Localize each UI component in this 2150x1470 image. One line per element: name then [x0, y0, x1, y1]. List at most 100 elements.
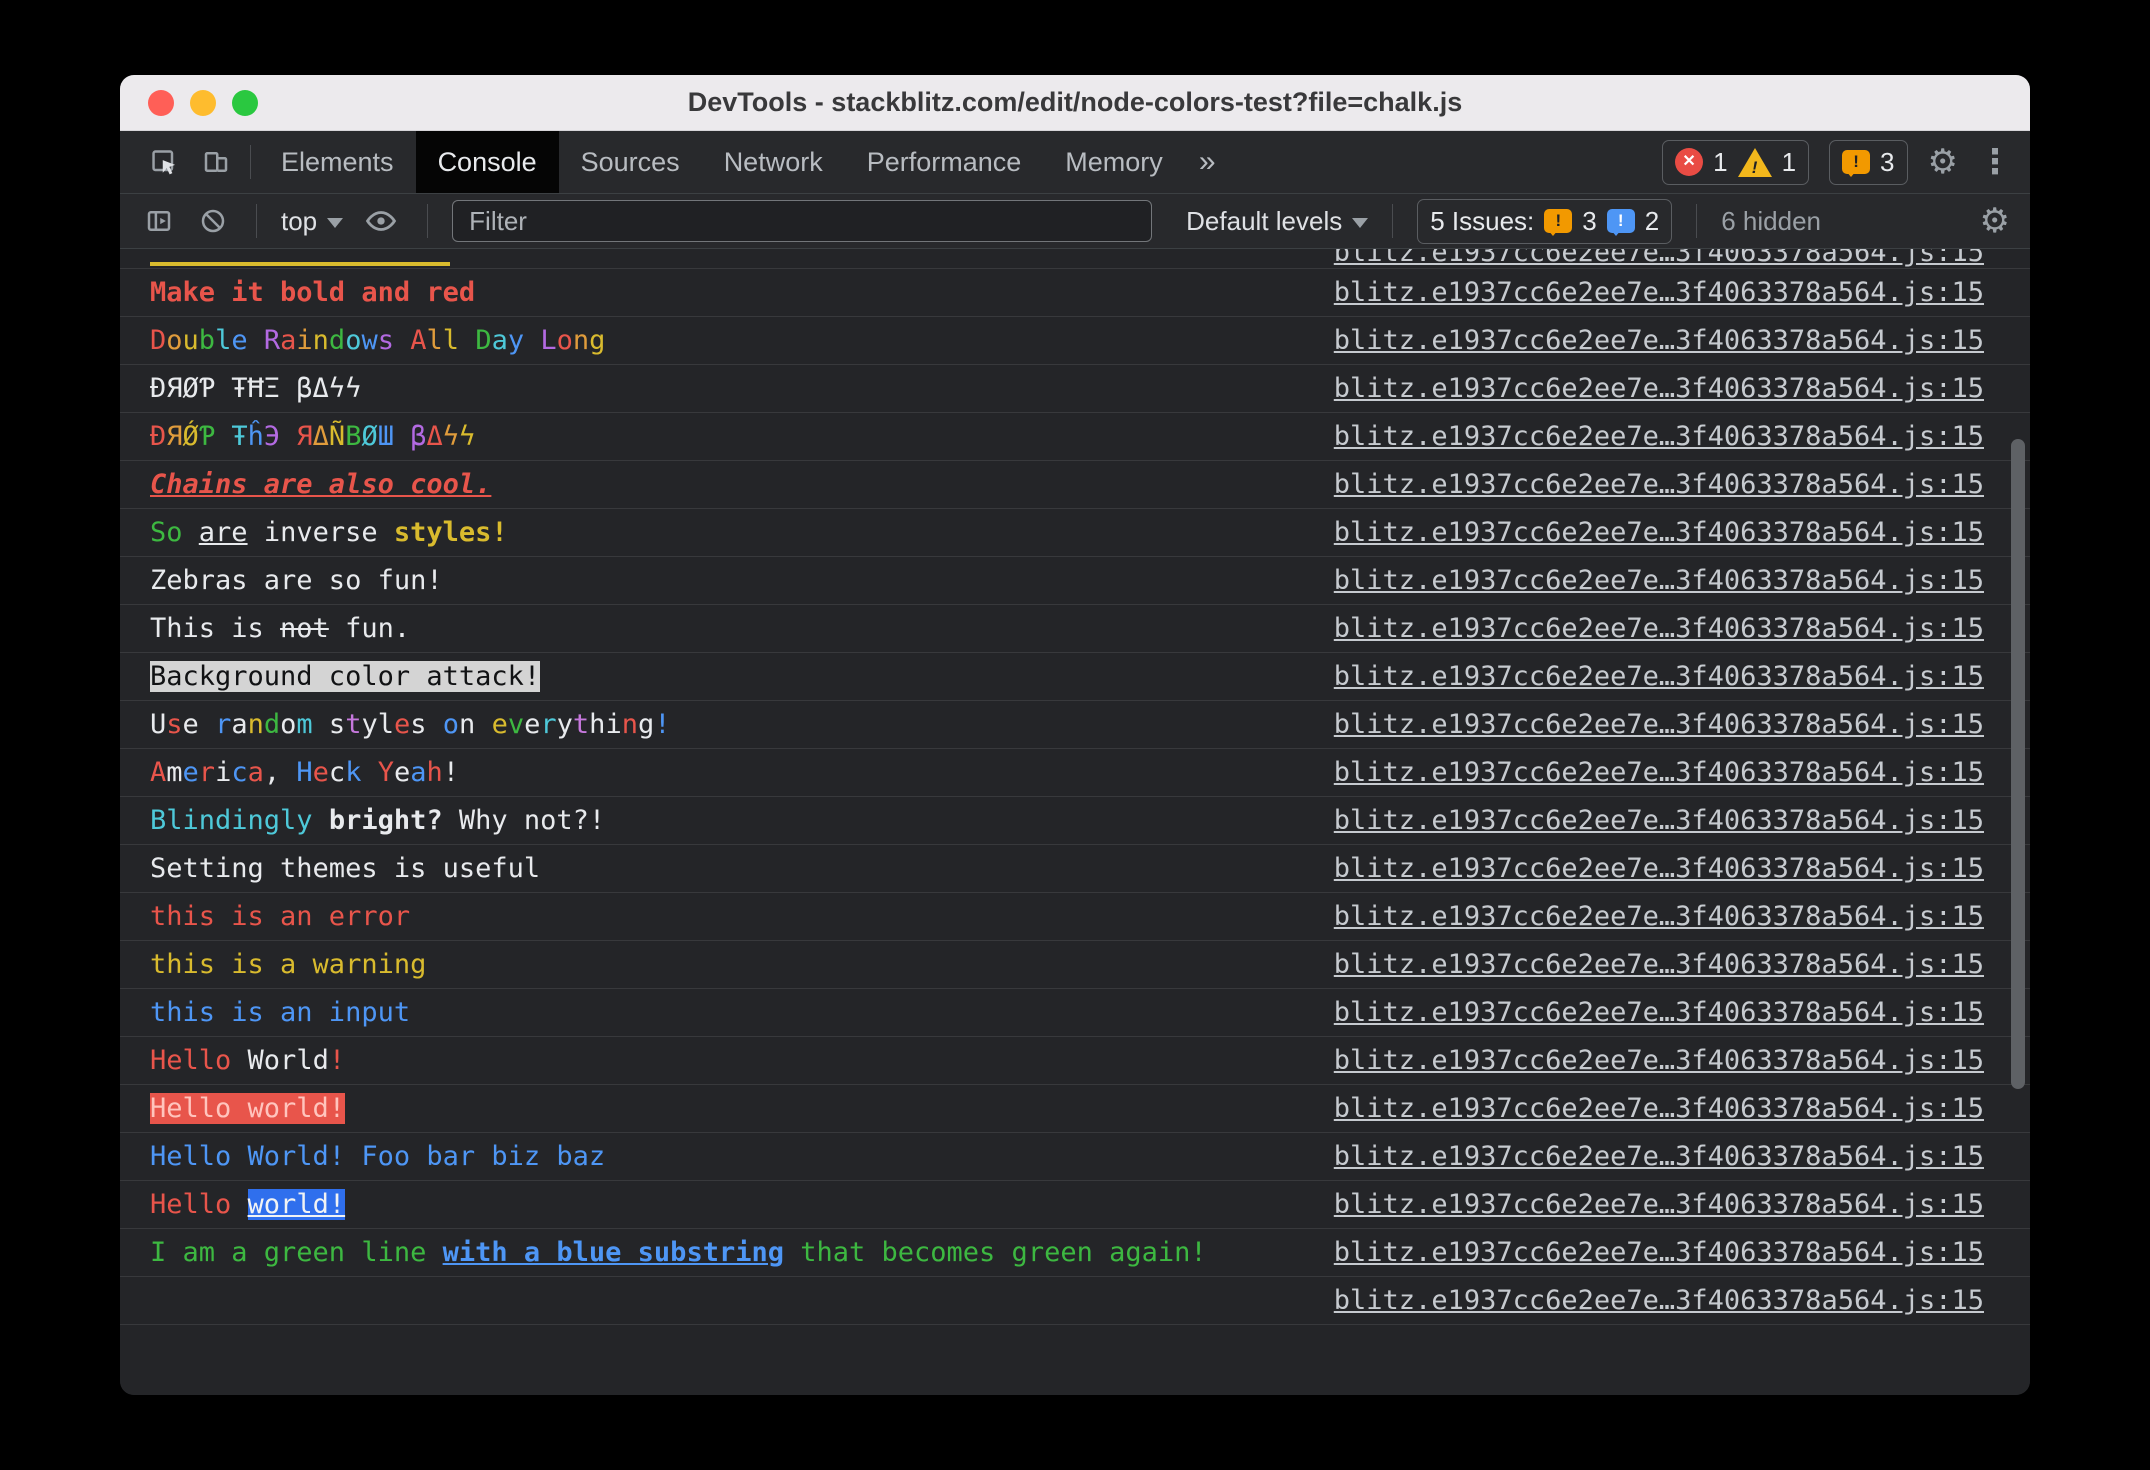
- console-row: I am a green line with a blue substring …: [120, 1229, 2030, 1277]
- console-row: Setting themes is useful blitz.e1937cc6e2…: [120, 845, 2030, 893]
- source-link[interactable]: blitz.e1937cc6e2ee7e…3f4063378a564.js:15: [1334, 277, 1984, 308]
- divider: [250, 145, 251, 179]
- source-link[interactable]: blitz.e1937cc6e2ee7e…3f4063378a564.js:15: [1334, 1189, 1984, 1220]
- console-row: Hello World! Foo bar biz baz blitz.e1937c…: [120, 1133, 2030, 1181]
- console-message: This is not fun.: [150, 613, 411, 644]
- console-message: Chains are also cool.: [150, 469, 492, 500]
- issues-summary-chip[interactable]: 5 Issues: ! 3 ! 2: [1417, 198, 1673, 244]
- more-tabs-chevron-icon[interactable]: »: [1185, 145, 1230, 179]
- context-selector-value: top: [281, 205, 318, 236]
- settings-gear-icon[interactable]: ⚙: [1928, 142, 1958, 182]
- tabbar-right-cluster: ✕ 1 ! 1 ! 3 ⚙ ⋮: [1662, 139, 2012, 185]
- tab-network[interactable]: Network: [702, 131, 845, 193]
- console-message: America, Heck Yeah!: [150, 757, 460, 788]
- minimize-button[interactable]: [190, 89, 216, 116]
- source-link[interactable]: blitz.e1937cc6e2ee7e…3f4063378a564.js:15: [1334, 1237, 1984, 1268]
- window-title: DevTools - stackblitz.com/edit/node-colo…: [687, 87, 1463, 117]
- source-link[interactable]: blitz.e1937cc6e2ee7e…3f4063378a564.js:15: [1334, 805, 1984, 836]
- close-button[interactable]: [148, 89, 174, 116]
- source-link[interactable]: blitz.e1937cc6e2ee7e…3f4063378a564.js:15: [1334, 517, 1984, 548]
- titlebar: DevTools - stackblitz.com/edit/node-colo…: [120, 75, 2030, 131]
- console-message: ÐЯØƤ ŦĦΞ βΔϟϟ: [150, 373, 362, 404]
- breaking-issues-count: 3: [1582, 205, 1597, 236]
- tab-sources[interactable]: Sources: [559, 131, 702, 193]
- source-link[interactable]: blitz.e1937cc6e2ee7e…3f4063378a564.js:15: [1334, 1285, 1984, 1316]
- console-row: So are inverse styles! blitz.e1937cc6e2ee…: [120, 509, 2030, 557]
- scrollbar-thumb[interactable]: [2011, 439, 2025, 1089]
- filter-input[interactable]: [452, 200, 1153, 242]
- console-message: Blindingly bright? Why not?!: [150, 805, 606, 836]
- console-message: Hello World! Foo bar biz baz: [150, 1141, 606, 1172]
- source-link[interactable]: blitz.e1937cc6e2ee7e…3f4063378a564.js:15: [1334, 421, 1984, 452]
- inspect-element-icon[interactable]: [138, 131, 190, 193]
- kebab-menu-icon[interactable]: ⋮: [1978, 142, 2012, 182]
- chevron-down-icon: [327, 218, 344, 228]
- log-levels-dropdown[interactable]: Default levels: [1186, 205, 1369, 237]
- source-link[interactable]: blitz.e1937cc6e2ee7e…3f4063378a564.js:15: [1334, 709, 1984, 740]
- console-settings-gear-icon[interactable]: ⚙: [1980, 201, 2010, 241]
- console-row: blitz.e1937cc6e2ee7e…3f4063378a564.js:15: [120, 249, 2030, 269]
- source-link[interactable]: blitz.e1937cc6e2ee7e…3f4063378a564.js:15: [1334, 373, 1984, 404]
- tab-performance[interactable]: Performance: [845, 131, 1044, 193]
- console-message: Zebras are so fun!: [150, 565, 443, 596]
- console-row: Hello World! blitz.e1937cc6e2ee7e…3f40633…: [120, 1037, 2030, 1085]
- source-link[interactable]: blitz.e1937cc6e2ee7e…3f4063378a564.js:15: [1334, 949, 1984, 980]
- source-link[interactable]: blitz.e1937cc6e2ee7e…3f4063378a564.js:15: [1334, 757, 1984, 788]
- console-message: Hello World!: [150, 1045, 346, 1076]
- source-link[interactable]: blitz.e1937cc6e2ee7e…3f4063378a564.js:15: [1334, 997, 1984, 1028]
- console-row: This is not fun. blitz.e1937cc6e2ee7e…3f4…: [120, 605, 2030, 653]
- breaking-issues-icon: !: [1544, 209, 1573, 236]
- error-warning-summary[interactable]: ✕ 1 ! 1: [1662, 139, 1810, 185]
- zoom-button[interactable]: [232, 89, 258, 116]
- error-icon: ✕: [1675, 148, 1704, 176]
- source-link[interactable]: blitz.e1937cc6e2ee7e…3f4063378a564.js:15: [1334, 1093, 1984, 1124]
- source-link[interactable]: blitz.e1937cc6e2ee7e…3f4063378a564.js:15: [1334, 249, 1984, 268]
- console-messages: blitz.e1937cc6e2ee7e…3f4063378a564.js:15…: [120, 249, 2030, 1325]
- console-row: ÐЯǾƤ ŦĥЭ ЯΔÑBØШ βΔϟϟ blitz.e1937cc6e2ee7e…: [120, 413, 2030, 461]
- divider: [256, 204, 257, 238]
- console-message: So are inverse styles!: [150, 517, 508, 548]
- clear-console-icon[interactable]: [194, 194, 232, 248]
- source-link[interactable]: blitz.e1937cc6e2ee7e…3f4063378a564.js:15: [1334, 901, 1984, 932]
- divider: [427, 204, 429, 238]
- console-row: this is an error blitz.e1937cc6e2ee7e…3f4…: [120, 893, 2030, 941]
- live-expression-eye-icon[interactable]: [359, 194, 403, 248]
- source-link[interactable]: blitz.e1937cc6e2ee7e…3f4063378a564.js:15: [1334, 325, 1984, 356]
- devtools-tabbar: Elements Console Sources Network Perform…: [120, 131, 2030, 194]
- source-link[interactable]: blitz.e1937cc6e2ee7e…3f4063378a564.js:15: [1334, 565, 1984, 596]
- source-link[interactable]: blitz.e1937cc6e2ee7e…3f4063378a564.js:15: [1334, 613, 1984, 644]
- console-output: blitz.e1937cc6e2ee7e…3f4063378a564.js:15…: [120, 249, 2030, 1395]
- source-link[interactable]: blitz.e1937cc6e2ee7e…3f4063378a564.js:15: [1334, 661, 1984, 692]
- console-row: Blindingly bright? Why not?! blitz.e1937c…: [120, 797, 2030, 845]
- context-selector-dropdown[interactable]: top: [281, 205, 344, 237]
- console-row: this is a warning blitz.e1937cc6e2ee7e…3f…: [120, 941, 2030, 989]
- device-toolbar-icon[interactable]: [190, 131, 242, 193]
- tab-console[interactable]: Console: [415, 131, 559, 193]
- message-issues-icon: !: [1606, 209, 1635, 236]
- error-count: 1: [1713, 146, 1728, 177]
- console-row: Zebras are so fun! blitz.e1937cc6e2ee7e…3…: [120, 557, 2030, 605]
- tab-elements[interactable]: Elements: [259, 131, 416, 193]
- divider: [1392, 204, 1394, 238]
- issues-counter[interactable]: ! 3: [1829, 139, 1908, 185]
- console-message: Use random styles on everything!: [150, 709, 671, 740]
- source-link[interactable]: blitz.e1937cc6e2ee7e…3f4063378a564.js:15: [1334, 853, 1984, 884]
- console-row: this is an input blitz.e1937cc6e2ee7e…3f4…: [120, 989, 2030, 1037]
- source-link[interactable]: blitz.e1937cc6e2ee7e…3f4063378a564.js:15: [1334, 1045, 1984, 1076]
- chevron-down-icon: [1352, 218, 1369, 228]
- log-levels-value: Default levels: [1186, 205, 1343, 236]
- traffic-lights: [148, 75, 258, 130]
- console-row: Use random styles on everything! blitz.e1…: [120, 701, 2030, 749]
- issues-count: 3: [1880, 146, 1895, 177]
- console-row: ÐЯØƤ ŦĦΞ βΔϟϟ blitz.e1937cc6e2ee7e…3f4063…: [120, 365, 2030, 413]
- hidden-messages-count[interactable]: 6 hidden: [1721, 206, 1821, 237]
- console-row: Make it bold and red blitz.e1937cc6e2ee7e…: [120, 269, 2030, 317]
- source-link[interactable]: blitz.e1937cc6e2ee7e…3f4063378a564.js:15: [1334, 469, 1984, 500]
- source-link[interactable]: blitz.e1937cc6e2ee7e…3f4063378a564.js:15: [1334, 1141, 1984, 1172]
- console-row: Hello world! blitz.e1937cc6e2ee7e…3f40633…: [120, 1085, 2030, 1133]
- console-message: Double Raindows All Day Long: [150, 325, 606, 356]
- devtools-window: DevTools - stackblitz.com/edit/node-colo…: [120, 75, 2030, 1395]
- tab-memory[interactable]: Memory: [1043, 131, 1185, 193]
- divider: [1696, 204, 1698, 238]
- console-sidebar-toggle-icon[interactable]: [140, 194, 178, 248]
